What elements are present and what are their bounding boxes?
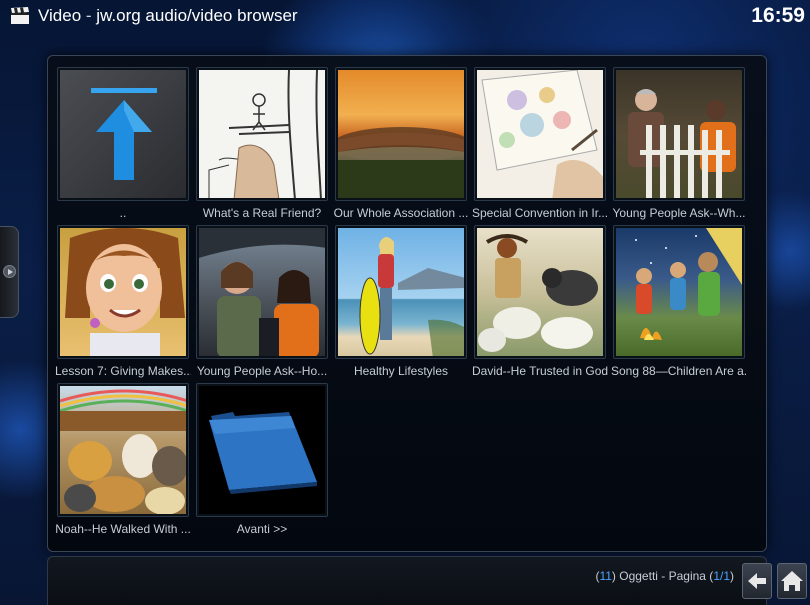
blue-folder-icon [209,412,317,494]
side-menu-tab[interactable] [0,226,19,318]
tile-label: What's a Real Friend? [202,206,322,220]
grid-tile-video[interactable]: Song 88—Children Are a... [611,225,747,378]
tile-label: Our Whole Association ... [333,206,469,220]
back-arrow-icon [748,573,766,589]
grid-tile-video[interactable]: David--He Trusted in God [472,225,608,378]
page-close-paren: ) [730,569,734,583]
header-bar: Video - jw.org audio/video browser 16:59 [0,0,810,34]
david-with-sheep-image [478,234,598,352]
women-in-car-image [199,228,325,356]
up-arrow-icon [91,88,157,180]
grid-tile-next-page[interactable]: Avanti >> [196,383,328,536]
two-men-by-fence-image [628,89,736,198]
tile-label: Song 88—Children Are a... [611,364,747,378]
grid-tile-parent-folder[interactable]: .. [57,67,189,220]
back-button[interactable] [742,563,772,599]
tile-thumbnail [613,225,745,359]
tile-thumbnail [57,383,189,517]
title-separator: - [81,6,97,25]
grid-tile-video[interactable]: Healthy Lifestyles [335,225,467,378]
page-title: Video - jw.org audio/video browser [38,6,298,26]
tile-thumbnail [57,225,189,359]
tile-thumbnail [57,67,189,201]
tile-label: Young People Ask--Ho... [196,364,328,378]
count-text: ) Oggetti - Pagina ( [611,569,714,583]
home-button[interactable] [777,563,807,599]
tile-thumbnail [196,225,328,359]
sketch-tree-drawing-image [208,70,322,198]
family-at-campfire-image [635,228,742,340]
tile-label: Lesson 7: Giving Makes... [55,364,191,378]
clapperboard-icon [11,7,29,24]
item-count-status: (11) Oggetti - Pagina (1/1) [595,569,734,583]
grid-tile-video[interactable]: Noah--He Walked With ... [55,383,191,536]
cartoon-girl-image [65,228,185,356]
tile-thumbnail [474,225,606,359]
grid-tile-video[interactable]: What's a Real Friend? [196,67,328,220]
section-name: Video [38,6,82,25]
tile-label: Young People Ask--Wh... [612,206,746,220]
tile-label: Noah--He Walked With ... [55,522,191,536]
home-icon [781,571,803,591]
tile-label: David--He Trusted in God [472,364,608,378]
tile-thumbnail [613,67,745,201]
arrow-right-icon [3,265,16,278]
watercolor-drawing-image [481,70,603,198]
woman-with-surfboard-image [359,237,464,356]
grid-tile-video[interactable]: Special Convention in Ir... [472,67,608,220]
tile-thumbnail [335,67,467,201]
grid-tile-video[interactable]: Lesson 7: Giving Makes... [55,225,191,378]
stadium-sunset-image [338,127,464,198]
item-count: 11 [599,569,612,583]
tile-thumbnail [196,67,328,201]
tile-label: Special Convention in Ir... [472,206,608,220]
page-indicator: 1/1 [713,569,730,583]
grid-tile-video[interactable]: Our Whole Association ... [333,67,469,220]
tile-label: Avanti >> [236,522,288,536]
page-subtitle: jw.org audio/video browser [96,6,298,25]
grid-tile-video[interactable]: Young People Ask--Ho... [196,225,328,378]
tile-thumbnail [196,383,328,517]
clock: 16:59 [751,4,805,27]
tile-label: .. [119,206,127,220]
grid-tile-video[interactable]: Young People Ask--Wh... [612,67,746,220]
footer-bar: (11) Oggetti - Pagina (1/1) [47,556,767,605]
tile-thumbnail [335,225,467,359]
tile-thumbnail [474,67,606,201]
tile-label: Healthy Lifestyles [353,364,449,378]
noah-ark-animals-image [60,389,186,514]
